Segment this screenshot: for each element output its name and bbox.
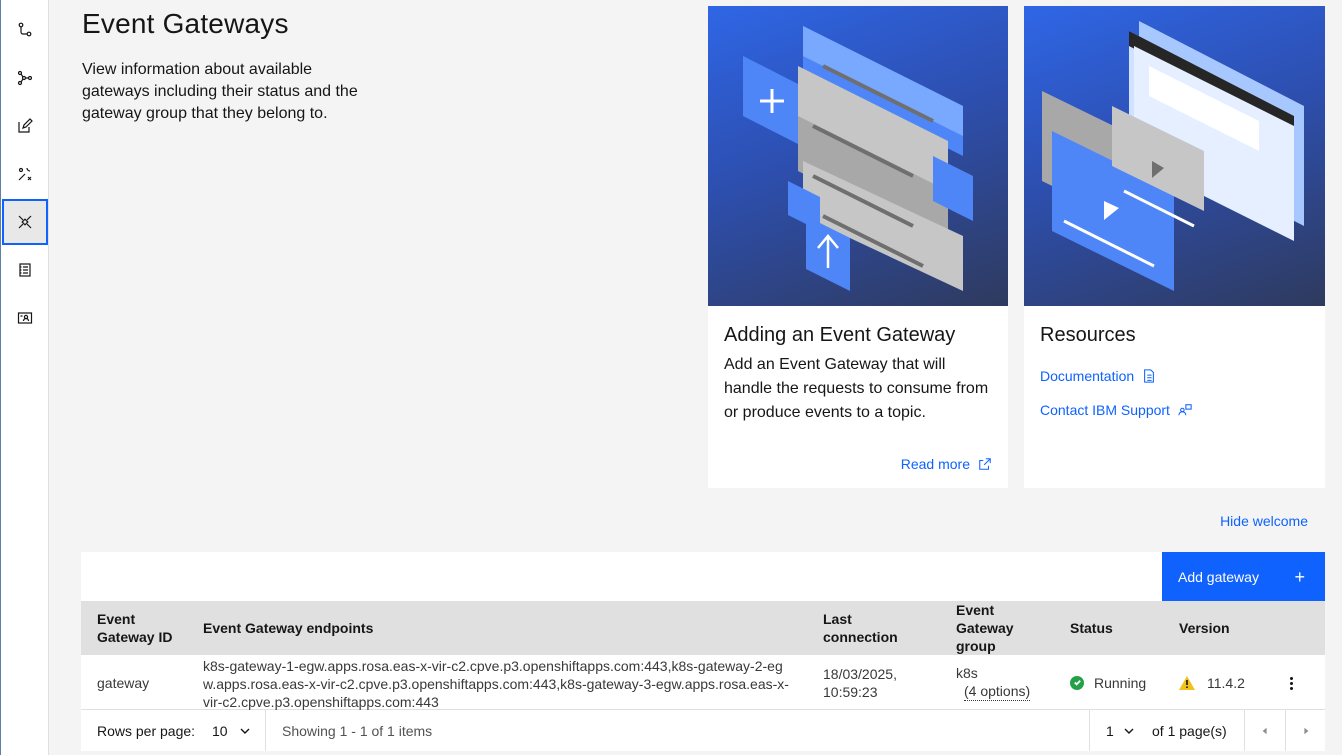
launch-icon bbox=[979, 458, 991, 470]
gateway-group-value: k8s bbox=[956, 665, 978, 681]
hide-welcome-link[interactable]: Hide welcome bbox=[1220, 513, 1308, 529]
read-more-link[interactable]: Read more bbox=[901, 456, 992, 472]
read-more-label: Read more bbox=[900, 456, 970, 472]
gateway-illustration bbox=[708, 6, 1008, 306]
contact-support-label: Contact IBM Support bbox=[1040, 402, 1170, 418]
table-toolbar: Add gateway + bbox=[81, 552, 1325, 601]
items-range: Showing 1 - 1 of 1 items bbox=[282, 722, 433, 739]
gateway-endpoints: k8s-gateway-1-egw.apps.rosa.eas-x-vir-c2… bbox=[203, 657, 789, 710]
rows-per-page-label: Rows per page: bbox=[97, 722, 196, 739]
header-gateway-id[interactable]: Event Gateway ID bbox=[97, 601, 187, 655]
header-endpoints[interactable]: Event Gateway endpoints bbox=[203, 601, 373, 655]
header-last-connection[interactable]: Last connection bbox=[823, 601, 913, 655]
page-select[interactable]: 1 bbox=[1106, 710, 1134, 751]
page-title: Event Gateways bbox=[82, 8, 289, 39]
chevron-down-icon bbox=[240, 728, 250, 734]
rows-per-page-value: 10 bbox=[212, 722, 228, 739]
table-row: gateway k8s-gateway-1-egw.apps.rosa.eas-… bbox=[81, 655, 1325, 710]
topology-icon[interactable] bbox=[2, 7, 48, 53]
gateway-group: k8s (4 options) bbox=[956, 655, 1031, 710]
group-options-link[interactable]: (4 options) bbox=[964, 682, 1031, 701]
caret-right-icon bbox=[1303, 727, 1308, 734]
rows-per-page-select[interactable]: 10 bbox=[212, 710, 250, 751]
status-value: Running bbox=[1094, 674, 1147, 691]
tile-title: Adding an Event Gateway bbox=[724, 324, 956, 346]
overflow-menu-icon[interactable] bbox=[1283, 673, 1299, 693]
page-value: 1 bbox=[1106, 722, 1114, 739]
last-connection: 18/03/2025, 10:59:23 bbox=[823, 665, 897, 700]
warning-icon bbox=[1179, 675, 1195, 690]
user-profile-icon[interactable] bbox=[2, 295, 48, 341]
header-version[interactable]: Version bbox=[1179, 601, 1230, 655]
documentation-label: Documentation bbox=[1040, 368, 1135, 384]
contact-support-link[interactable]: Contact IBM Support bbox=[1040, 402, 1192, 418]
pagination: Rows per page: 10 Showing 1 - 1 of 1 ite… bbox=[81, 710, 1325, 751]
tools-icon[interactable] bbox=[2, 151, 48, 197]
chevron-down-icon bbox=[1124, 728, 1134, 734]
add-gateway-button[interactable]: Add gateway + bbox=[1162, 552, 1325, 601]
status-cell: Running bbox=[1070, 655, 1146, 710]
side-rail bbox=[0, 0, 49, 755]
documentation-link[interactable]: Documentation bbox=[1040, 368, 1156, 384]
add-icon: + bbox=[1294, 566, 1305, 587]
version-cell: 11.4.2 bbox=[1179, 655, 1245, 710]
checkmark-icon bbox=[1070, 675, 1084, 690]
resources-illustration bbox=[1024, 6, 1325, 306]
gateway-id: gateway bbox=[97, 674, 150, 691]
network-icon[interactable] bbox=[2, 55, 48, 101]
resources-tile: Resources Documentation Contact IBM Supp… bbox=[1024, 6, 1325, 488]
catalog-icon[interactable] bbox=[2, 247, 48, 293]
resources-title: Resources bbox=[1040, 324, 1136, 346]
previous-page-button[interactable] bbox=[1245, 710, 1285, 751]
caret-left-icon bbox=[1262, 727, 1267, 734]
version-value: 11.4.2 bbox=[1207, 674, 1245, 691]
page-description: View information about available gateway… bbox=[82, 61, 358, 122]
add-gateway-label: Add gateway bbox=[1178, 568, 1259, 585]
total-pages: of 1 page(s) bbox=[1152, 722, 1227, 739]
header-status[interactable]: Status bbox=[1070, 601, 1113, 655]
gateway-info-tile: Adding an Event Gateway Add an Event Gat… bbox=[708, 6, 1008, 488]
table-header: Event Gateway ID Event Gateway endpoints… bbox=[81, 601, 1325, 655]
support-icon bbox=[1178, 404, 1192, 416]
tile-body: Add an Event Gateway that will handle th… bbox=[724, 356, 989, 421]
edit-icon[interactable] bbox=[2, 103, 48, 149]
gateway-icon[interactable] bbox=[2, 199, 48, 245]
document-icon bbox=[1144, 369, 1155, 383]
next-page-button[interactable] bbox=[1286, 710, 1325, 751]
header-gateway-group[interactable]: Event Gateway group bbox=[956, 601, 1046, 655]
